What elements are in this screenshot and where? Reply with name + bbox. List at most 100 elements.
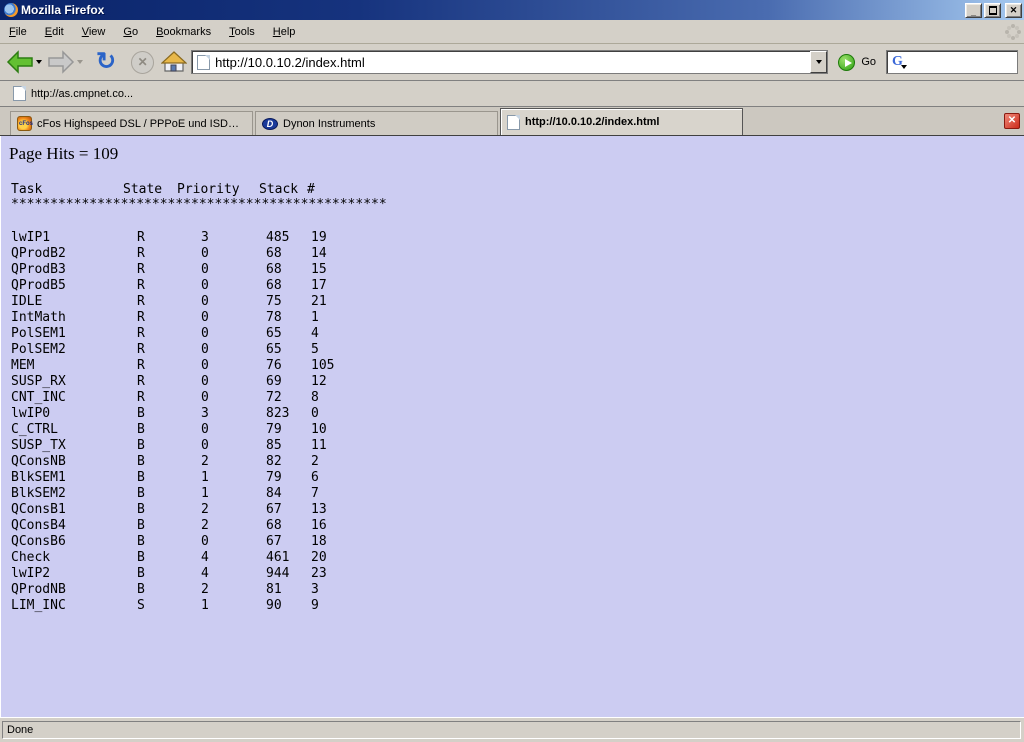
menu-tools[interactable]: Tools: [220, 23, 264, 41]
search-box[interactable]: G: [886, 50, 1018, 74]
table-row: SUSP_TXB08511: [1, 438, 1024, 454]
tab-label: http://10.0.10.2/index.html: [525, 116, 659, 128]
cell-state: B: [137, 406, 145, 421]
cell-task: IDLE: [11, 294, 42, 309]
go-button[interactable]: Go: [838, 54, 876, 71]
menu-view[interactable]: View: [73, 23, 115, 41]
cell-task: QProdNB: [11, 582, 66, 597]
page-content: Page Hits = 109 Task State Priority Stac…: [0, 136, 1024, 717]
cell-priority: 0: [201, 374, 209, 389]
header-num: #: [307, 182, 315, 197]
cell-priority: 4: [201, 550, 209, 565]
cell-priority: 0: [201, 246, 209, 261]
status-text: Done: [7, 724, 33, 736]
back-button[interactable]: [6, 47, 34, 77]
cell-task: lwIP2: [11, 566, 50, 581]
cell-num: 12: [311, 374, 327, 389]
cell-num: 7: [311, 486, 319, 501]
cell-num: 1: [311, 310, 319, 325]
cell-priority: 0: [201, 438, 209, 453]
bookmarks-toolbar: http://as.cmpnet.co...: [0, 81, 1024, 107]
cell-stack: 68: [266, 518, 282, 533]
cell-task: C_CTRL: [11, 422, 58, 437]
table-row: MEMR076105: [1, 358, 1024, 374]
menu-go[interactable]: Go: [114, 23, 147, 41]
google-search-icon[interactable]: G: [892, 54, 903, 70]
cell-state: R: [137, 230, 145, 245]
cell-num: 9: [311, 598, 319, 613]
cell-num: 5: [311, 342, 319, 357]
cell-task: MEM: [11, 358, 34, 373]
forward-dropdown-icon[interactable]: [77, 60, 83, 64]
cell-stack: 84: [266, 486, 282, 501]
tab-dynon[interactable]: D Dynon Instruments: [255, 111, 498, 135]
cell-priority: 0: [201, 390, 209, 405]
cfos-favicon-icon: [17, 116, 32, 131]
table-row: BlkSEM2B1847: [1, 486, 1024, 502]
throbber-icon: [1011, 30, 1015, 34]
url-dropdown-button[interactable]: [810, 51, 827, 73]
cell-task: QProdB5: [11, 278, 66, 293]
cell-stack: 65: [266, 326, 282, 341]
table-row: QProdNBB2813: [1, 582, 1024, 598]
cell-task: QConsB1: [11, 502, 66, 517]
tab-index-html[interactable]: http://10.0.10.2/index.html: [500, 108, 743, 135]
table-row: QConsB4B26816: [1, 518, 1024, 534]
reload-button[interactable]: ↻: [96, 50, 116, 74]
status-panel: Done: [2, 721, 1021, 739]
table-row: IDLER07521: [1, 294, 1024, 310]
close-button[interactable]: ✕: [1005, 3, 1022, 18]
cell-stack: 461: [266, 550, 289, 565]
forward-button[interactable]: [47, 47, 75, 77]
close-tab-button[interactable]: ✕: [1004, 113, 1020, 129]
navigation-toolbar: ↻ ✕ Go G: [0, 44, 1024, 81]
cell-task: SUSP_TX: [11, 438, 66, 453]
cell-task: SUSP_RX: [11, 374, 66, 389]
home-button[interactable]: [161, 47, 187, 77]
forward-arrow-icon: [47, 50, 75, 74]
url-input[interactable]: [215, 55, 810, 70]
tab-cfos[interactable]: cFos Highspeed DSL / PPPoE und ISDN CAP.…: [10, 111, 253, 135]
cell-stack: 67: [266, 502, 282, 517]
table-row: lwIP2B494423: [1, 566, 1024, 582]
table-row: QProdB5R06817: [1, 278, 1024, 294]
cell-priority: 0: [201, 310, 209, 325]
cell-num: 10: [311, 422, 327, 437]
bookmark-item[interactable]: http://as.cmpnet.co...: [4, 84, 137, 104]
menu-bookmarks[interactable]: Bookmarks: [147, 23, 220, 41]
menu-help[interactable]: Help: [264, 23, 305, 41]
cell-priority: 1: [201, 486, 209, 501]
header-state: State: [123, 182, 162, 197]
cell-num: 17: [311, 278, 327, 293]
cell-task: BlkSEM2: [11, 486, 66, 501]
cell-priority: 2: [201, 502, 209, 517]
cell-stack: 75: [266, 294, 282, 309]
cell-stack: 79: [266, 470, 282, 485]
cell-task: QConsNB: [11, 454, 66, 469]
cell-state: B: [137, 582, 145, 597]
table-row: C_CTRLB07910: [1, 422, 1024, 438]
cell-state: B: [137, 454, 145, 469]
cell-num: 16: [311, 518, 327, 533]
menu-edit[interactable]: Edit: [36, 23, 73, 41]
menu-file[interactable]: File: [0, 23, 36, 41]
cell-num: 11: [311, 438, 327, 453]
cell-priority: 0: [201, 358, 209, 373]
cell-task: lwIP0: [11, 406, 50, 421]
search-input[interactable]: [912, 55, 1017, 69]
cell-priority: 3: [201, 406, 209, 421]
cell-stack: 485: [266, 230, 289, 245]
back-dropdown-icon[interactable]: [36, 60, 42, 64]
header-stack: Stack: [259, 182, 298, 197]
minimize-button[interactable]: _: [965, 3, 982, 18]
page-hits-text: Page Hits = 109: [9, 144, 118, 164]
cell-stack: 823: [266, 406, 289, 421]
cell-state: B: [137, 518, 145, 533]
cell-num: 21: [311, 294, 327, 309]
restore-button[interactable]: [984, 3, 1001, 18]
cell-task: QConsB4: [11, 518, 66, 533]
stop-button[interactable]: ✕: [131, 51, 154, 74]
header-task: Task: [11, 182, 42, 197]
url-bar[interactable]: [191, 50, 828, 74]
cell-state: R: [137, 246, 145, 261]
